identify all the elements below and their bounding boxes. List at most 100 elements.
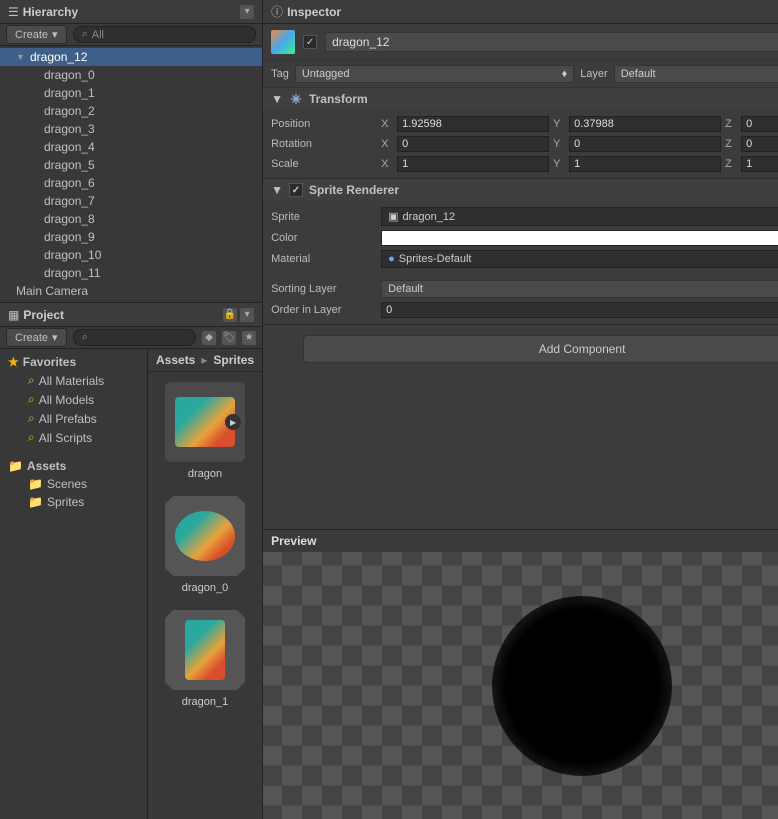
hierarchy-item[interactable]: dragon_4 — [0, 138, 262, 156]
z-label: Z — [725, 118, 737, 130]
rotation-y-field[interactable] — [569, 136, 721, 152]
hierarchy-item[interactable]: dragon_7 — [0, 192, 262, 210]
hierarchy-item[interactable]: dragon_8 — [0, 210, 262, 228]
position-x-field[interactable] — [397, 116, 549, 132]
panel-menu-icon[interactable]: ▾ — [240, 5, 254, 19]
favorites-group[interactable]: ★ Favorites — [0, 353, 147, 371]
preview-title: Preview — [263, 530, 778, 552]
scale-x-field[interactable] — [397, 156, 549, 172]
tag-label: Tag — [271, 68, 289, 80]
project-icon: ▦ — [8, 308, 19, 322]
project-toolbar: Create▾ ⌕ ◆ 🏷 ★ — [0, 327, 262, 349]
y-label: Y — [553, 158, 565, 170]
gameobject-icon[interactable] — [271, 30, 295, 54]
sprite-field[interactable]: ▣dragon_12 — [381, 207, 778, 226]
breadcrumb: Assets ▸ Sprites — [148, 349, 262, 372]
sprite-label: Sprite — [271, 211, 381, 223]
favorite-item[interactable]: ⌕All Scripts — [0, 428, 147, 447]
order-field[interactable] — [381, 302, 778, 318]
hierarchy-search[interactable]: ⌕ All — [73, 26, 257, 43]
favorite-item[interactable]: ⌕All Prefabs — [0, 409, 147, 428]
hierarchy-item[interactable]: dragon_0 — [0, 66, 262, 84]
breadcrumb-item[interactable]: Sprites — [213, 353, 254, 367]
asset-label: dragon_1 — [182, 696, 229, 708]
folder-icon: 📁 — [28, 495, 43, 509]
scale-z-field[interactable] — [741, 156, 778, 172]
hierarchy-icon: ☰ — [8, 5, 19, 19]
sprite-icon: ▣ — [388, 210, 398, 223]
hierarchy-item[interactable]: dragon_3 — [0, 120, 262, 138]
position-z-field[interactable] — [741, 116, 778, 132]
search-icon: ⌕ — [82, 331, 88, 344]
filter-star-icon[interactable]: ★ — [242, 331, 256, 345]
color-field[interactable] — [381, 230, 778, 246]
search-icon: ⌕ — [28, 392, 35, 407]
active-checkbox[interactable]: ✓ — [303, 35, 317, 49]
material-field[interactable]: ●Sprites-Default — [381, 250, 778, 268]
hierarchy-item[interactable]: dragon_6 — [0, 174, 262, 192]
folder-item[interactable]: 📁Sprites — [0, 493, 147, 511]
assets-group[interactable]: 📁 Assets — [0, 457, 147, 475]
hierarchy-root-item[interactable]: ▼ dragon_12 — [0, 48, 262, 66]
x-label: X — [381, 158, 393, 170]
asset-thumbnail[interactable] — [165, 496, 245, 576]
hierarchy-title: Hierarchy — [23, 5, 78, 19]
project-search[interactable]: ⌕ — [73, 329, 197, 346]
transform-component: ▼ Transform 📘 ⚙ Position X Y Z — [263, 88, 778, 179]
hierarchy-item[interactable]: dragon_5 — [0, 156, 262, 174]
sorting-layer-label: Sorting Layer — [271, 283, 381, 295]
layer-dropdown[interactable]: Default♦ — [614, 65, 778, 83]
rotation-label: Rotation — [271, 138, 381, 150]
hierarchy-item[interactable]: dragon_10 — [0, 246, 262, 264]
inspector-header: ⓘ Inspector 🔒 ▾ — [263, 0, 778, 24]
project-tree: ★ Favorites ⌕All Materials ⌕All Models ⌕… — [0, 349, 148, 819]
hierarchy-toolbar: Create▾ ⌕ All — [0, 24, 262, 46]
component-enabled-checkbox[interactable]: ✓ — [289, 183, 303, 197]
preview-body[interactable]: @51CTO博客 — [263, 552, 778, 819]
hierarchy-item[interactable]: dragon_11 — [0, 264, 262, 282]
star-icon: ★ — [8, 355, 19, 369]
asset-item[interactable]: dragon_1 — [165, 610, 245, 708]
hierarchy-header: ☰ Hierarchy ▾ — [0, 0, 262, 24]
hierarchy-item-camera[interactable]: Main Camera — [0, 282, 262, 300]
component-header[interactable]: ▼ ✓ Sprite Renderer 📘 ⚙ — [263, 179, 778, 201]
lock-icon[interactable]: 🔒 — [223, 308, 237, 322]
layer-label: Layer — [580, 68, 608, 80]
x-label: X — [381, 118, 393, 130]
hierarchy-item[interactable]: dragon_9 — [0, 228, 262, 246]
expand-arrow-icon[interactable]: ▼ — [16, 52, 26, 62]
asset-thumbnail[interactable] — [165, 382, 245, 462]
asset-label: dragon — [188, 468, 222, 480]
rotation-z-field[interactable] — [741, 136, 778, 152]
preview-sprite — [492, 596, 672, 776]
preview-panel: Preview @51CTO博客 — [263, 529, 778, 819]
scale-y-field[interactable] — [569, 156, 721, 172]
position-y-field[interactable] — [569, 116, 721, 132]
favorite-item[interactable]: ⌕All Models — [0, 390, 147, 409]
folder-item[interactable]: 📁Scenes — [0, 475, 147, 493]
asset-item[interactable]: dragon — [165, 382, 245, 480]
component-header[interactable]: ▼ Transform 📘 ⚙ — [263, 88, 778, 110]
hierarchy-item[interactable]: dragon_1 — [0, 84, 262, 102]
asset-item[interactable]: dragon_0 — [165, 496, 245, 594]
object-header: ✓ Static ▾ — [263, 24, 778, 61]
object-name-field[interactable] — [325, 32, 778, 52]
tag-dropdown[interactable]: Untagged♦ — [295, 65, 574, 83]
y-label: Y — [553, 118, 565, 130]
sorting-layer-dropdown[interactable]: Default♦ — [381, 280, 778, 298]
asset-thumbnail[interactable] — [165, 610, 245, 690]
position-label: Position — [271, 118, 381, 130]
x-label: X — [381, 138, 393, 150]
create-button[interactable]: Create▾ — [6, 25, 67, 44]
breadcrumb-item[interactable]: Assets — [156, 353, 195, 367]
search-placeholder: All — [92, 29, 104, 41]
filter-type-icon[interactable]: ◆ — [202, 331, 216, 345]
panel-menu-icon[interactable]: ▾ — [240, 308, 254, 322]
hierarchy-item[interactable]: dragon_2 — [0, 102, 262, 120]
order-label: Order in Layer — [271, 304, 381, 316]
add-component-button[interactable]: Add Component — [303, 335, 778, 363]
create-button[interactable]: Create▾ — [6, 328, 67, 347]
rotation-x-field[interactable] — [397, 136, 549, 152]
favorite-item[interactable]: ⌕All Materials — [0, 371, 147, 390]
filter-label-icon[interactable]: 🏷 — [222, 331, 236, 345]
